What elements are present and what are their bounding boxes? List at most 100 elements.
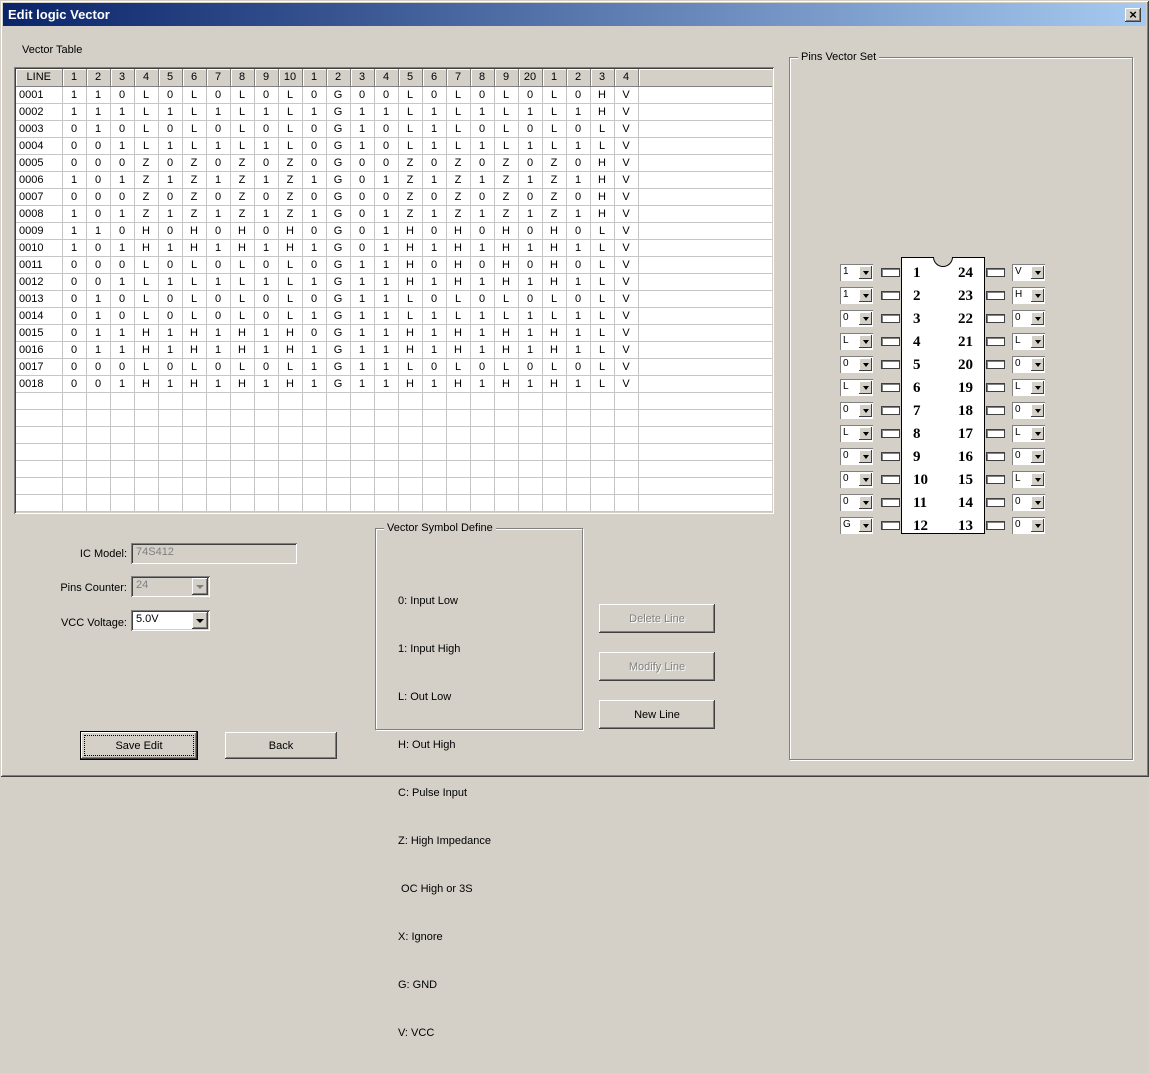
combo-arrow-button[interactable] xyxy=(859,404,872,417)
pin-value-combo[interactable]: 0 xyxy=(1012,494,1045,511)
table-row[interactable]: 0016011H1H1H1H1G11H1H1H1H1LV xyxy=(16,341,772,358)
pin-value-combo[interactable]: L xyxy=(1012,471,1045,488)
save-edit-button[interactable]: Save Edit xyxy=(81,732,197,759)
combo-arrow-button[interactable] xyxy=(859,519,872,532)
combo-arrow-button[interactable] xyxy=(859,358,872,371)
combo-arrow-button[interactable] xyxy=(859,312,872,325)
back-button[interactable]: Back xyxy=(225,732,337,759)
pin-value-combo[interactable]: 0 xyxy=(840,356,873,373)
line-number-cell: 0005 xyxy=(16,154,62,171)
table-row[interactable]: 0009110H0H0H0H0G01H0H0H0H0LV xyxy=(16,222,772,239)
line-number-cell: 0012 xyxy=(16,273,62,290)
empty-cell xyxy=(494,426,518,443)
empty-cell xyxy=(110,426,134,443)
pin-value-combo[interactable]: L xyxy=(1012,333,1045,350)
combo-arrow-button[interactable] xyxy=(859,427,872,440)
combo-arrow-button[interactable] xyxy=(859,381,872,394)
vector-cell: H xyxy=(590,205,614,222)
empty-cell xyxy=(254,494,278,511)
pin-value-combo[interactable]: G xyxy=(840,517,873,534)
pin-value-combo[interactable]: 0 xyxy=(1012,310,1045,327)
pin-value-combo[interactable]: 0 xyxy=(840,471,873,488)
table-row[interactable]: 0003010L0L0L0L0G10L1L0L0L0LV xyxy=(16,120,772,137)
pin-value-combo[interactable]: 0 xyxy=(840,310,873,327)
empty-cell xyxy=(16,426,62,443)
combo-arrow-button[interactable] xyxy=(1031,427,1044,440)
combo-arrow-button[interactable] xyxy=(859,450,872,463)
table-row[interactable]: 0012001L1L1L1L1G11H1H1H1H1LV xyxy=(16,273,772,290)
pin-value-combo[interactable]: L xyxy=(840,425,873,442)
table-row[interactable]: 0008101Z1Z1Z1Z1G01Z1Z1Z1Z1HV xyxy=(16,205,772,222)
new-line-button[interactable]: New Line xyxy=(599,700,715,729)
combo-arrow-button[interactable] xyxy=(1031,381,1044,394)
pin-value-combo[interactable]: L xyxy=(840,379,873,396)
table-row[interactable]: 0005000Z0Z0Z0Z0G00Z0Z0Z0Z0HV xyxy=(16,154,772,171)
pin-value-combo[interactable]: L xyxy=(840,333,873,350)
combo-arrow-button[interactable] xyxy=(1031,404,1044,417)
combo-arrow-button[interactable] xyxy=(1031,266,1044,279)
table-row[interactable]: 0018001H1H1H1H1G11H1H1H1H1LV xyxy=(16,375,772,392)
vector-table[interactable]: LINE12345678910123456789201234 0001110L0… xyxy=(16,69,772,512)
combo-arrow-button[interactable] xyxy=(1031,473,1044,486)
close-button[interactable]: × xyxy=(1125,8,1141,22)
combo-arrow-button[interactable] xyxy=(859,473,872,486)
empty-cell xyxy=(230,460,254,477)
pin-value-combo[interactable]: 0 xyxy=(1012,402,1045,419)
combo-arrow-button[interactable] xyxy=(1031,358,1044,371)
table-row[interactable]: 0013010L0L0L0L0G11L0L0L0L0LV xyxy=(16,290,772,307)
combo-arrow-button[interactable] xyxy=(859,266,872,279)
pin-value-combo[interactable]: 0 xyxy=(1012,517,1045,534)
combo-arrow-button[interactable] xyxy=(859,289,872,302)
pin-value-combo[interactable]: 0 xyxy=(1012,448,1045,465)
empty-cell xyxy=(422,392,446,409)
combo-arrow-button[interactable] xyxy=(1031,312,1044,325)
combo-arrow-button[interactable] xyxy=(1031,496,1044,509)
vector-cell: 1 xyxy=(86,120,110,137)
pin-value-combo[interactable]: L xyxy=(1012,425,1045,442)
table-row[interactable]: 0002111L1L1L1L1G11L1L1L1L1HV xyxy=(16,103,772,120)
table-row[interactable]: 0015011H1H1H1H0G11H1H1H1H1LV xyxy=(16,324,772,341)
table-row[interactable]: 0006101Z1Z1Z1Z1G01Z1Z1Z1Z1HV xyxy=(16,171,772,188)
vector-cell: L xyxy=(542,120,566,137)
line-number-cell: 0008 xyxy=(16,205,62,222)
table-row[interactable]: 0011000L0L0L0L0G11H0H0H0H0LV xyxy=(16,256,772,273)
pin-value-combo[interactable]: H xyxy=(1012,287,1045,304)
combo-arrow-button[interactable] xyxy=(859,335,872,348)
pin-value-combo[interactable]: V xyxy=(1012,264,1045,281)
vector-cell: 0 xyxy=(158,86,182,103)
vector-cell: 1 xyxy=(254,171,278,188)
table-row[interactable]: 0014010L0L0L0L1G11L1L1L1L1LV xyxy=(16,307,772,324)
pin-value-combo[interactable]: L xyxy=(1012,379,1045,396)
table-row[interactable]: 0007000Z0Z0Z0Z0G00Z0Z0Z0Z0HV xyxy=(16,188,772,205)
combo-arrow-button[interactable] xyxy=(1031,335,1044,348)
table-row[interactable]: 0017000L0L0L0L1G11L0L0L0L0LV xyxy=(16,358,772,375)
vector-cell: 0 xyxy=(206,188,230,205)
chevron-down-icon xyxy=(1035,294,1041,301)
table-row[interactable]: 0001110L0L0L0L0G00L0L0L0L0HV xyxy=(16,86,772,103)
pin-value-combo[interactable]: 0 xyxy=(840,448,873,465)
empty-cell xyxy=(374,426,398,443)
vcc-voltage-combo[interactable]: 5.0V xyxy=(131,610,210,631)
table-row[interactable]: 0010101H1H1H1H1G01H1H1H1H1LV xyxy=(16,239,772,256)
titlebar[interactable]: Edit logic Vector × xyxy=(3,3,1146,26)
combo-arrow-button[interactable] xyxy=(859,496,872,509)
pin-value-combo[interactable]: 1 xyxy=(840,264,873,281)
combo-arrow-button[interactable] xyxy=(1031,519,1044,532)
combo-arrow-button[interactable] xyxy=(1031,289,1044,302)
pin-value-combo[interactable]: 0 xyxy=(840,402,873,419)
combo-arrow-button[interactable] xyxy=(192,612,208,629)
table-row[interactable]: 0004001L1L1L1L0G10L1L1L1L1LV xyxy=(16,137,772,154)
vector-table-container[interactable]: LINE12345678910123456789201234 0001110L0… xyxy=(14,67,774,514)
empty-cell xyxy=(542,494,566,511)
left-pin-stubs xyxy=(881,268,900,544)
line-number-cell: 0004 xyxy=(16,137,62,154)
empty-cell xyxy=(446,443,470,460)
pin-value-combo[interactable]: 1 xyxy=(840,287,873,304)
vector-cell: 1 xyxy=(302,358,326,375)
vector-cell: L xyxy=(590,222,614,239)
pin-value-combo[interactable]: 0 xyxy=(1012,356,1045,373)
pin-value-combo[interactable]: 0 xyxy=(840,494,873,511)
vector-cell: 1 xyxy=(254,239,278,256)
line-number-cell: 0010 xyxy=(16,239,62,256)
combo-arrow-button[interactable] xyxy=(1031,450,1044,463)
